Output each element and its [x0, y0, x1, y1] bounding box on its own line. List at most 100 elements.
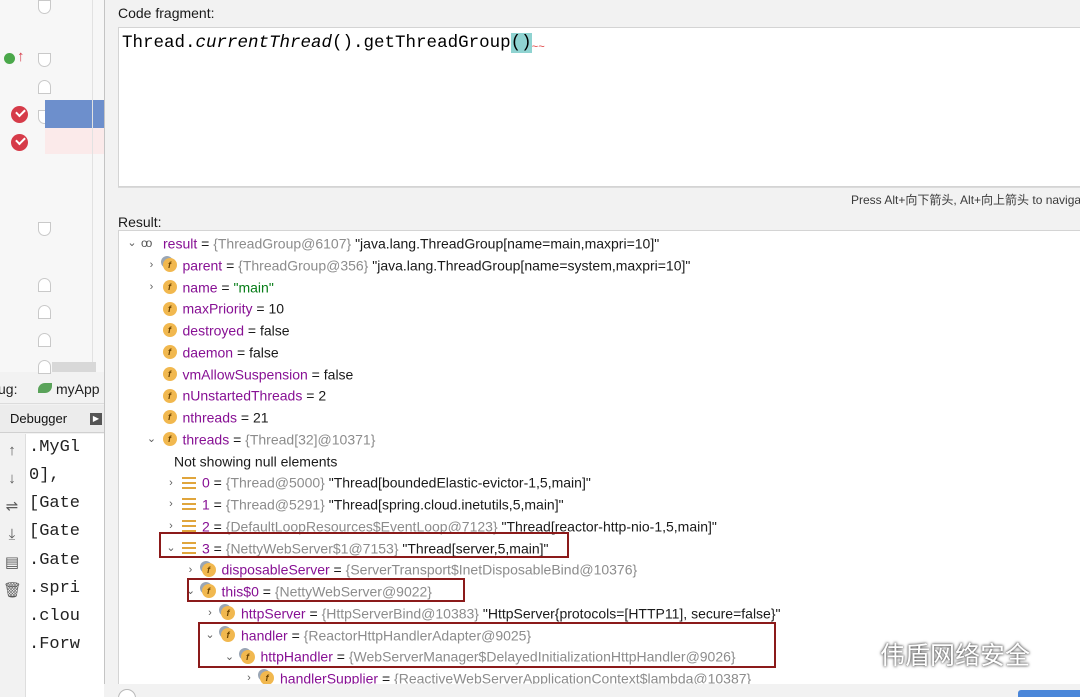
console-line: .Forw	[29, 635, 81, 654]
tree-node[interactable]: ⌄ f httpHandler = {WebServerManager$Delaye…	[223, 644, 736, 666]
tree-node[interactable]: ⌄ f handler = {ReactorHttpHandlerAdapter@9…	[203, 623, 531, 645]
tree-node[interactable]: ⌄ 3 = {NettyWebServer$1@7153} "Thread[ser…	[164, 536, 548, 559]
tree-node[interactable]: › 0 = {Thread@5000} "Thread[boundedElasti…	[164, 470, 591, 492]
breakpoint-check-icon[interactable]	[11, 134, 28, 151]
field-name: this$0	[221, 583, 259, 600]
fold-marker-icon[interactable]	[38, 53, 51, 67]
tree-node[interactable]: f maxPriority = 10	[145, 296, 284, 318]
object-reference: {Thread@5291}	[225, 496, 325, 513]
console-line: .Gate	[29, 551, 81, 570]
evaluate-expression-dialog: Code fragment: Thread.currentThread().ge…	[104, 0, 1080, 697]
tree-node[interactable]: ⌄ f threads = {Thread[32]@10371}	[145, 427, 376, 449]
fold-marker-icon[interactable]	[38, 360, 51, 374]
field-icon: f	[162, 432, 177, 447]
expand-chevron-icon[interactable]: ›	[164, 515, 178, 537]
tree-node[interactable]: ⌄ oo result = {ThreadGroup@6107} "java.lan…	[125, 231, 659, 253]
object-reference: {NettyWebServer$1@7153}	[225, 539, 399, 556]
run-config-tab[interactable]: myApp	[38, 381, 100, 397]
tree-node[interactable]: › f parent = {ThreadGroup@356} "java.lang.…	[145, 253, 691, 275]
editor-gutter: ↑	[0, 0, 104, 374]
tree-node[interactable]: f daemon = false	[145, 340, 279, 362]
tree-node[interactable]: › 1 = {Thread@5291} "Thread[spring.cloud.…	[164, 492, 563, 515]
current-line-highlight	[45, 100, 104, 128]
code-caret-parens: ()	[510, 33, 532, 53]
tree-node[interactable]: Not showing null elements	[160, 449, 337, 471]
field-icon: f	[162, 345, 177, 360]
step-over-icon[interactable]: ↑	[4, 49, 26, 69]
expand-chevron-icon[interactable]: ›	[164, 493, 178, 515]
console-line: .MyGl	[29, 438, 81, 457]
navigation-hint: Press Alt+向下箭头, Alt+向上箭头 to navigat	[851, 193, 1080, 207]
scroll-up-icon[interactable]: ↑	[3, 442, 21, 460]
console-line: 0],	[29, 466, 60, 485]
field-icon: f	[162, 279, 177, 294]
fold-marker-icon[interactable]	[38, 222, 51, 236]
tree-node[interactable]: f nUnstartedThreads = 2	[145, 383, 326, 405]
horizontal-scrollbar[interactable]	[52, 362, 96, 372]
soft-wrap-icon[interactable]: ⇌	[3, 498, 21, 516]
collapse-chevron-icon[interactable]: ⌄	[184, 580, 198, 602]
code-fragment-editor[interactable]: Thread.currentThread().getThreadGroup()~…	[118, 27, 1080, 187]
watch-result-icon: oo	[141, 236, 152, 251]
field-icon: f	[162, 258, 177, 273]
equals-sign: =	[197, 235, 214, 252]
console-tab-icon[interactable]: ▶	[90, 413, 102, 425]
field-name: httpServer	[241, 605, 306, 622]
tree-node[interactable]: f vmAllowSuspension = false	[145, 362, 353, 384]
result-tree[interactable]: ⌄ oo result = {ThreadGroup@6107} "java.lan…	[118, 230, 1080, 697]
field-value: "Thread[boundedElastic-evictor-1,5,main]…	[324, 474, 591, 491]
expand-chevron-icon[interactable]: ›	[203, 602, 217, 624]
tree-node[interactable]: f nthreads = 21	[145, 405, 269, 427]
field-name: 2	[202, 518, 210, 535]
tab-debugger[interactable]: Debugger	[10, 411, 67, 426]
tree-node[interactable]: › f name = "main"	[145, 275, 274, 297]
equals-sign: =	[258, 583, 275, 600]
equals-sign: =	[287, 626, 304, 643]
code-expression[interactable]: Thread.currentThread().getThreadGroup()~…	[122, 33, 545, 54]
tree-node[interactable]: › f httpServer = {HttpServerBind@10383} "H…	[203, 601, 780, 624]
collapse-chevron-icon[interactable]: ⌄	[164, 537, 178, 559]
collapse-chevron-icon[interactable]: ⌄	[223, 646, 237, 668]
tree-node[interactable]: ⌄ f this$0 = {NettyWebServer@9022}	[184, 579, 432, 601]
field-value: false	[259, 322, 290, 339]
field-value: "Thread[reactor-http-nio-1,5,main]"	[497, 518, 717, 535]
evaluate-button[interactable]	[1018, 690, 1080, 697]
collapse-chevron-icon[interactable]: ⌄	[125, 232, 139, 254]
expand-chevron-icon[interactable]: ›	[164, 472, 178, 494]
field-name: 0	[202, 474, 210, 491]
object-reference: {ReactorHttpHandlerAdapter@9025}	[303, 626, 532, 643]
collapse-chevron-icon[interactable]: ⌄	[145, 428, 159, 450]
fold-marker-icon[interactable]	[38, 80, 51, 94]
scroll-to-end-icon[interactable]: ⤓	[3, 526, 21, 544]
print-icon[interactable]: ▤	[3, 554, 21, 572]
debug-title: ug:	[0, 381, 18, 397]
fold-marker-icon[interactable]	[38, 278, 51, 292]
console-line: [Gate	[29, 522, 81, 541]
field-icon: f	[201, 584, 216, 599]
field-name: destroyed	[182, 322, 244, 339]
array-element-icon	[182, 498, 196, 511]
field-icon: f	[221, 606, 235, 621]
equals-sign: =	[332, 648, 349, 665]
expand-chevron-icon[interactable]: ›	[145, 254, 159, 276]
scroll-down-icon[interactable]: ↓	[3, 470, 21, 488]
expand-chevron-icon[interactable]: ›	[145, 276, 159, 298]
array-element-icon	[182, 541, 196, 554]
fold-marker-icon[interactable]	[38, 305, 51, 319]
fold-marker-icon[interactable]	[38, 333, 51, 347]
field-name: maxPriority	[182, 300, 253, 317]
tree-node[interactable]: › 2 = {DefaultLoopResources$EventLoop@712…	[164, 514, 717, 536]
field-name: disposableServer	[221, 561, 330, 578]
fold-marker-icon[interactable]	[38, 0, 51, 14]
trash-icon[interactable]: 🗑	[3, 582, 22, 600]
breakpoint-check-icon[interactable]	[11, 106, 28, 123]
expand-chevron-icon[interactable]: ›	[184, 559, 198, 581]
collapse-chevron-icon[interactable]: ⌄	[203, 624, 217, 646]
field-name: 1	[202, 496, 210, 513]
tree-node[interactable]: f destroyed = false	[145, 318, 290, 340]
tree-node[interactable]: › f disposableServer = {ServerTransport$In…	[184, 557, 638, 579]
field-icon: f	[162, 366, 177, 381]
gutter-divider	[92, 0, 93, 372]
wechat-logo-icon	[839, 643, 873, 667]
code-error-squiggle: ~~	[531, 42, 545, 54]
